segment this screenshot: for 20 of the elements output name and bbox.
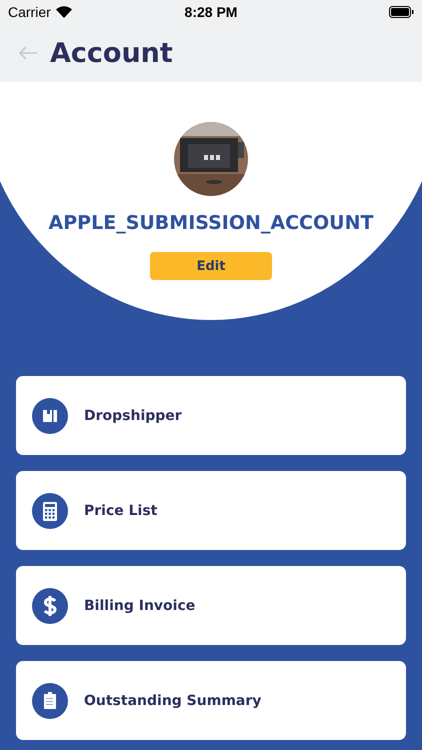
menu-label: Billing Invoice bbox=[84, 598, 196, 614]
edit-button[interactable]: Edit bbox=[150, 252, 272, 280]
page-title: Account bbox=[50, 38, 173, 68]
dollar-icon bbox=[32, 588, 68, 624]
menu-card[interactable]: Dropshipper bbox=[16, 376, 406, 455]
menu-label: Dropshipper bbox=[84, 408, 182, 424]
carrier-label: Carrier bbox=[8, 4, 51, 20]
box-icon bbox=[32, 398, 68, 434]
calculator-icon bbox=[32, 492, 68, 528]
menu-label: Price List bbox=[84, 502, 158, 518]
wifi-icon bbox=[56, 6, 72, 18]
status-time: 8:28 PM bbox=[184, 4, 238, 20]
menu-card[interactable]: Price List bbox=[16, 471, 406, 550]
menu-label: Outstanding Summary bbox=[84, 692, 262, 708]
menu-card[interactable]: Outstanding Summary bbox=[16, 661, 406, 740]
account-name: APPLE_SUBMISSION_ACCOUNT bbox=[48, 212, 374, 234]
clipboard-icon bbox=[32, 682, 68, 718]
menu-card[interactable]: Billing Invoice bbox=[16, 566, 406, 645]
battery-icon bbox=[388, 6, 414, 18]
back-arrow-icon[interactable] bbox=[18, 46, 38, 60]
